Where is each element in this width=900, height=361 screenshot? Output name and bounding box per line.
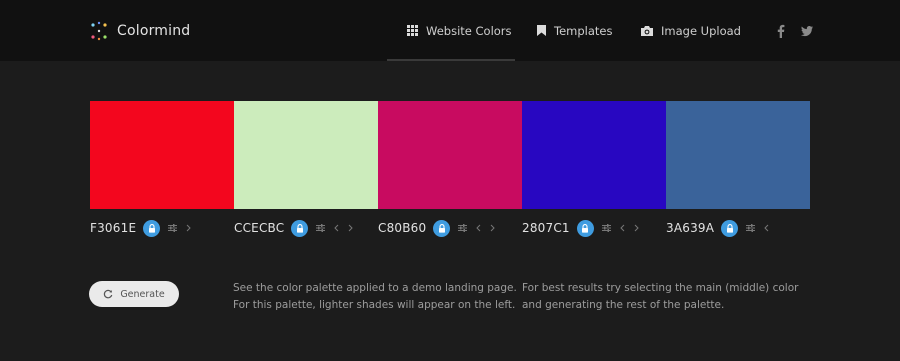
lock-icon bbox=[438, 223, 445, 233]
nav-item-templates[interactable]: Templates bbox=[537, 0, 612, 61]
sliders-icon bbox=[746, 224, 756, 232]
move-left-button[interactable] bbox=[620, 224, 625, 232]
nav-item-website-colors[interactable]: Website Colors bbox=[407, 0, 512, 61]
refresh-icon bbox=[104, 289, 113, 299]
color-swatch-2[interactable] bbox=[234, 101, 378, 209]
chevron-right-icon bbox=[186, 224, 191, 232]
adjust-button[interactable] bbox=[458, 224, 468, 232]
sliders-icon bbox=[458, 224, 468, 232]
facebook-icon[interactable] bbox=[774, 24, 788, 38]
tip-text-line-2: and generating the rest of the palette. bbox=[522, 299, 725, 311]
demo-text-line-1[interactable]: See the color palette applied to a demo … bbox=[233, 280, 517, 297]
chevron-left-icon bbox=[476, 224, 481, 232]
twitter-icon[interactable] bbox=[800, 24, 814, 38]
swatch-controls-1: F3061E bbox=[90, 218, 200, 238]
adjust-button[interactable] bbox=[316, 224, 326, 232]
demo-description: See the color palette applied to a demo … bbox=[233, 280, 517, 314]
move-left-button[interactable] bbox=[764, 224, 769, 232]
lock-icon bbox=[148, 223, 155, 233]
bookmark-icon bbox=[537, 25, 546, 36]
lock-button[interactable] bbox=[143, 219, 161, 237]
tip-description: For best results try selecting the main … bbox=[522, 280, 798, 314]
chevron-left-icon bbox=[764, 224, 769, 232]
move-right-button[interactable] bbox=[634, 224, 639, 232]
hex-code[interactable]: 2807C1 bbox=[522, 221, 570, 235]
adjust-button[interactable] bbox=[601, 224, 611, 232]
hex-code[interactable]: CCECBC bbox=[234, 221, 284, 235]
chevron-left-icon bbox=[620, 224, 625, 232]
color-swatch-3[interactable] bbox=[378, 101, 522, 209]
lock-icon bbox=[582, 223, 589, 233]
nav-item-label: Templates bbox=[554, 23, 613, 38]
lock-button[interactable] bbox=[433, 219, 451, 237]
nav-item-label: Image Upload bbox=[661, 23, 741, 38]
lock-icon bbox=[296, 223, 303, 233]
brand-name: Colormind bbox=[117, 23, 191, 39]
chevron-right-icon bbox=[348, 224, 354, 232]
nav-item-label: Website Colors bbox=[426, 23, 512, 38]
generate-button[interactable]: Generate bbox=[89, 281, 179, 307]
chevron-right-icon bbox=[491, 224, 496, 232]
tip-text-line-1: For best results try selecting the main … bbox=[522, 282, 799, 294]
generate-label: Generate bbox=[120, 288, 165, 300]
top-navigation-bar: Colormind Website Colors Templates Image… bbox=[0, 0, 900, 61]
active-tab-indicator bbox=[387, 59, 515, 61]
hex-code[interactable]: 3A639A bbox=[666, 221, 714, 235]
grid-icon bbox=[407, 25, 418, 36]
move-left-button[interactable] bbox=[334, 224, 339, 232]
swatch-controls-3: C80B60 bbox=[378, 218, 504, 238]
chevron-left-icon bbox=[334, 224, 339, 232]
lock-button[interactable] bbox=[721, 219, 739, 237]
nav-item-image-upload[interactable]: Image Upload bbox=[641, 0, 741, 61]
swatch-controls-4: 2807C1 bbox=[522, 218, 648, 238]
hex-code[interactable]: C80B60 bbox=[378, 221, 426, 235]
sliders-icon bbox=[316, 224, 326, 232]
logo[interactable]: Colormind bbox=[89, 20, 190, 42]
demo-text-line-2: For this palette, lighter shades will ap… bbox=[233, 299, 516, 311]
move-right-button[interactable] bbox=[490, 224, 496, 232]
move-right-button[interactable] bbox=[186, 224, 191, 232]
swatch-controls-5: 3A639A bbox=[666, 218, 778, 238]
adjust-button[interactable] bbox=[746, 224, 756, 232]
color-swatch-5[interactable] bbox=[666, 101, 810, 209]
color-swatch-4[interactable] bbox=[522, 101, 666, 209]
move-right-button[interactable] bbox=[348, 224, 354, 232]
swatch-controls-2: CCECBC bbox=[234, 218, 362, 238]
move-left-button[interactable] bbox=[476, 224, 481, 232]
lock-icon bbox=[726, 223, 733, 233]
color-swatch-1[interactable] bbox=[90, 101, 234, 209]
lock-button[interactable] bbox=[291, 219, 309, 237]
hex-code[interactable]: F3061E bbox=[90, 221, 136, 235]
sliders-icon bbox=[168, 224, 178, 232]
camera-icon bbox=[641, 25, 653, 36]
colormind-logo-icon bbox=[91, 21, 107, 41]
sliders-icon bbox=[601, 224, 611, 232]
adjust-button[interactable] bbox=[168, 224, 178, 232]
chevron-right-icon bbox=[634, 224, 639, 232]
lock-button[interactable] bbox=[576, 219, 594, 237]
